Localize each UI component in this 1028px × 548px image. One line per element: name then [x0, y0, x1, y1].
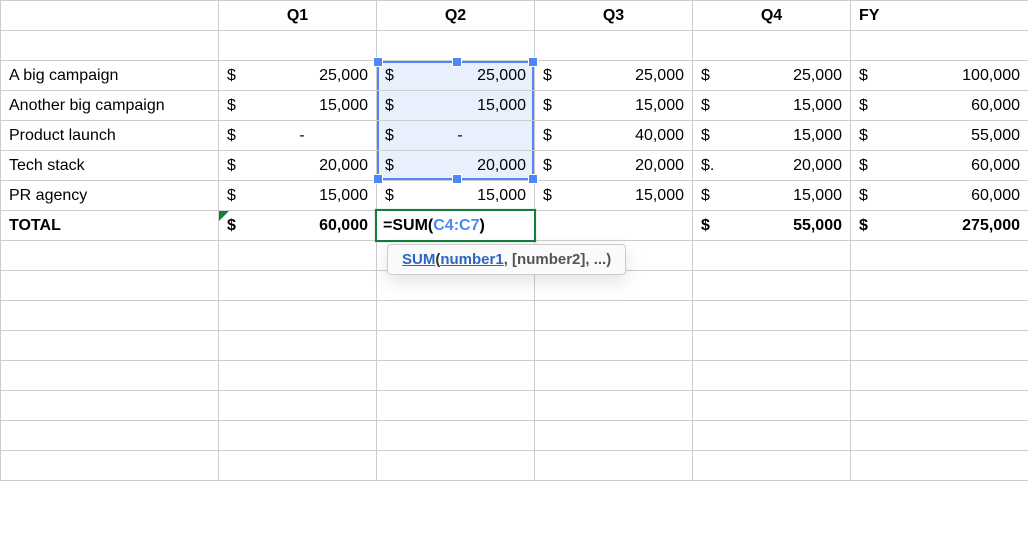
cell-q4[interactable]: $25,000 — [693, 61, 851, 91]
range-handle-icon[interactable] — [373, 174, 383, 184]
total-q4[interactable]: $55,000 — [693, 211, 851, 241]
cell-q1[interactable]: $25,000 — [219, 61, 377, 91]
row-label[interactable]: Tech stack — [1, 151, 219, 181]
cell-q1[interactable]: $20,000 — [219, 151, 377, 181]
table-row: A big campaign $25,000 $25,000 $25,000 $… — [1, 61, 1028, 91]
total-fy[interactable]: $275,000 — [851, 211, 1028, 241]
range-handle-icon[interactable] — [373, 57, 383, 67]
cell-q2 range-cell[interactable]: $15,000 — [377, 91, 535, 121]
row-label[interactable]: A big campaign — [1, 61, 219, 91]
cell-q3[interactable]: $20,000 — [535, 151, 693, 181]
table-row: Product launch $- $- $40,000 $15,000 $55… — [1, 121, 1028, 151]
currency-symbol: $ — [859, 67, 868, 85]
range-handle-icon[interactable] — [452, 57, 462, 67]
currency-symbol: $ — [701, 67, 710, 85]
cell-fy[interactable]: $100,000 — [851, 61, 1028, 91]
cell-q2 range-cell[interactable]: $- — [377, 121, 535, 151]
tooltip-current-arg: number1 — [440, 251, 503, 268]
error-indicator-icon — [219, 211, 229, 221]
currency-symbol: $ — [543, 67, 552, 85]
cell-q1[interactable]: $15,000 — [219, 181, 377, 211]
cell-q3[interactable]: $15,000 — [535, 181, 693, 211]
header-q1[interactable]: Q1 — [219, 1, 377, 31]
table-row: Another big campaign $15,000 $15,000 $15… — [1, 91, 1028, 121]
table-row: Tech stack $20,000 $20,000 $20,000 $.20,… — [1, 151, 1028, 181]
cell-q2 range-cell[interactable]: $25,000 — [377, 61, 535, 91]
total-q1[interactable]: $60,000 — [219, 211, 377, 241]
currency-symbol: $ — [385, 67, 394, 85]
cell-q4[interactable]: $15,000 — [693, 181, 851, 211]
total-row: TOTAL $60,000 =SUM(C4:C7) SUM(number1, [… — [1, 211, 1028, 241]
table-row: PR agency $15,000 $15,000 $15,000 $15,00… — [1, 181, 1028, 211]
header-fy[interactable]: FY — [851, 1, 1028, 31]
row-label[interactable]: PR agency — [1, 181, 219, 211]
cell-fy[interactable]: $55,000 — [851, 121, 1028, 151]
active-formula-cell[interactable]: =SUM(C4:C7) SUM(number1, [number2], ...) — [377, 211, 535, 241]
cell-q2[interactable]: $15,000 — [377, 181, 535, 211]
currency-symbol: $ — [227, 67, 236, 85]
cell-fy[interactable]: $60,000 — [851, 91, 1028, 121]
formula-editor[interactable]: =SUM(C4:C7) — [375, 209, 536, 242]
row-label[interactable]: Another big campaign — [1, 91, 219, 121]
spreadsheet-grid[interactable]: Q1 Q2 Q3 Q4 FY A big campaign $25,000 $2… — [0, 0, 1028, 481]
row-label[interactable]: Product launch — [1, 121, 219, 151]
cell-q1[interactable]: $- — [219, 121, 377, 151]
total-q3[interactable] — [535, 211, 693, 241]
formula-function-name: SUM — [392, 217, 428, 235]
header-q2[interactable]: Q2 — [377, 1, 535, 31]
cell-q1[interactable]: $15,000 — [219, 91, 377, 121]
header-row: Q1 Q2 Q3 Q4 FY — [1, 1, 1028, 31]
formula-equals: = — [383, 217, 392, 235]
range-handle-icon[interactable] — [452, 174, 462, 184]
cell-fy[interactable]: $60,000 — [851, 181, 1028, 211]
cell-q3[interactable]: $25,000 — [535, 61, 693, 91]
cell-q3[interactable]: $15,000 — [535, 91, 693, 121]
total-label[interactable]: TOTAL — [1, 211, 219, 241]
cell-blank[interactable] — [1, 1, 219, 31]
range-handle-icon[interactable] — [528, 57, 538, 67]
header-q3[interactable]: Q3 — [535, 1, 693, 31]
cell-fy[interactable]: $60,000 — [851, 151, 1028, 181]
cell-q4[interactable]: $.20,000 — [693, 151, 851, 181]
range-handle-icon[interactable] — [528, 174, 538, 184]
cell-q4[interactable]: $15,000 — [693, 121, 851, 151]
cell-q3[interactable]: $40,000 — [535, 121, 693, 151]
formula-range-ref: C4:C7 — [433, 217, 479, 235]
cell-q2 range-cell[interactable]: $20,000 — [377, 151, 535, 181]
tooltip-function-name[interactable]: SUM — [402, 251, 435, 268]
function-tooltip: SUM(number1, [number2], ...) — [387, 244, 626, 275]
cell-q4[interactable]: $15,000 — [693, 91, 851, 121]
empty-row — [1, 31, 1028, 61]
header-q4[interactable]: Q4 — [693, 1, 851, 31]
